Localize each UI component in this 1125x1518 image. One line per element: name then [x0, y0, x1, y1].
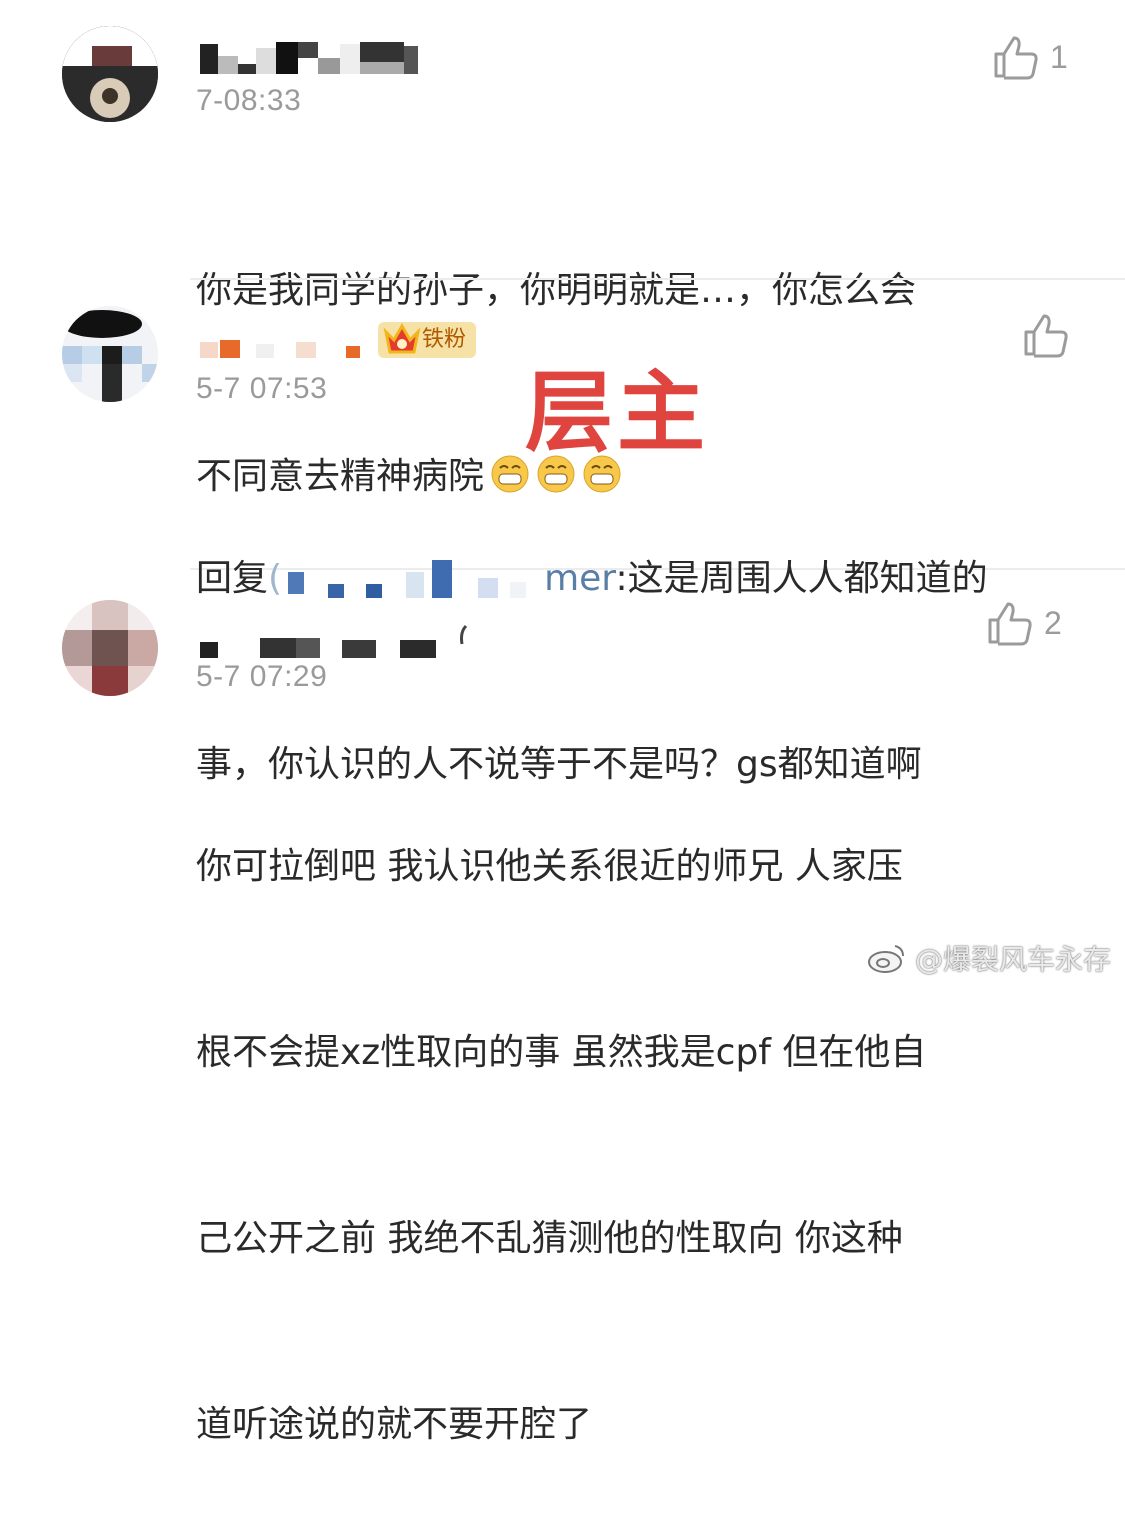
fan-badge[interactable]: 铁粉: [378, 322, 477, 358]
like-button[interactable]: 2: [986, 600, 1062, 646]
comment-line: 回复(mer:这是周围人人都知道的: [196, 548, 1086, 610]
comment-item: 7-08:33 你是我同学的孙子，你明明就是…，你怎么会 不同意去精神病院 1: [0, 0, 1125, 497]
comment-text: 你可拉倒吧 我认识他关系很近的师兄 人家压 根不会提xz性取向的事 虽然我是cp…: [196, 712, 1086, 1518]
thumbs-up-icon: [988, 602, 1032, 646]
mention-tail: mer: [544, 558, 616, 599]
avatar-image: [62, 306, 158, 402]
like-button[interactable]: [1022, 312, 1080, 358]
badge-label: 铁粉: [422, 327, 467, 352]
reply-mention[interactable]: (mer: [268, 558, 615, 599]
comment-time: 5-7 07:29: [196, 660, 328, 693]
comment-line: 己公开之前 我绝不乱猜测他的性取向 你这种: [196, 1218, 903, 1259]
username-redacted[interactable]: [196, 38, 428, 82]
avatar[interactable]: [62, 26, 158, 122]
like-button[interactable]: 1: [992, 34, 1068, 80]
comment-line-text: :这是周围人人都知道的: [615, 558, 988, 599]
like-count: 1: [1050, 38, 1068, 75]
username-redacted[interactable]: [196, 338, 366, 362]
avatar-image: [62, 600, 158, 696]
weibo-logo-icon: [867, 945, 904, 973]
watermark: @爆裂风车永存: [867, 938, 1111, 978]
comment-time: 5-7 07:53: [196, 372, 328, 405]
crown-icon: [383, 322, 421, 354]
thumbs-up-icon: [994, 36, 1038, 80]
username-redacted[interactable]: [196, 618, 482, 658]
avatar[interactable]: [62, 306, 158, 402]
comment-line: 你可拉倒吧 我认识他关系很近的师兄 人家压: [196, 846, 903, 887]
watermark-text: @爆裂风车永存: [914, 943, 1111, 976]
comment-line: 道听途说的就不要开腔了: [196, 1404, 593, 1445]
avatar[interactable]: [62, 600, 158, 696]
comment-time: 7-08:33: [196, 84, 302, 117]
reply-prefix: 回复: [196, 558, 269, 599]
avatar-image: [62, 26, 158, 122]
comment-line: 根不会提xz性取向的事 虽然我是cpf 但在他自: [196, 1032, 927, 1073]
mention-redacted: [288, 560, 527, 598]
thumbs-up-icon: [1024, 314, 1068, 358]
like-count: 2: [1044, 604, 1062, 641]
